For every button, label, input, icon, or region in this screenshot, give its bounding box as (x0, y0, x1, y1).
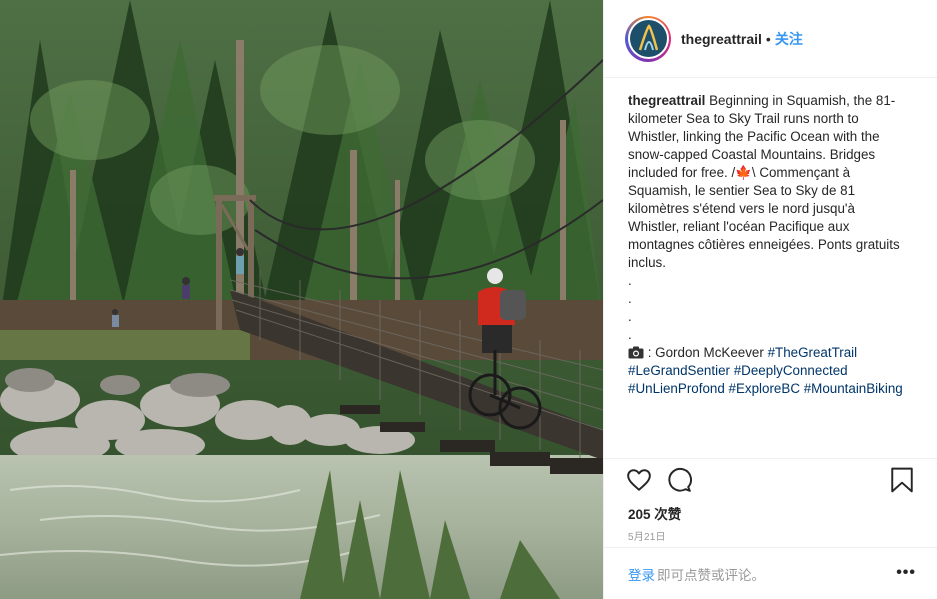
photo-illustration (0, 0, 603, 599)
post-photo[interactable] (0, 0, 603, 599)
hashtag-link[interactable]: #MountainBiking (804, 381, 903, 396)
caption-line: snow-capped Coastal Mountains. Bridges (628, 147, 876, 162)
caption-line: montagnes côtières enneigées. Ponts grat… (628, 237, 900, 252)
post-header: thegreattrail • 关注 (604, 0, 937, 78)
hashtag-link[interactable]: #LeGrandSentier (628, 363, 730, 378)
comment-bar: 登录 即可点赞或评论。 ••• (604, 547, 937, 599)
caption-dot: . (628, 273, 632, 288)
hashtag-link[interactable]: #TheGreatTrail (768, 345, 858, 360)
caption-line: \ Commençant à (751, 165, 851, 180)
header-username[interactable]: thegreattrail (681, 31, 762, 47)
great-trail-logo-icon (629, 20, 667, 57)
header-separator: • (765, 30, 771, 47)
photo-credit: : Gordon McKeever (647, 345, 764, 360)
caption-username[interactable]: thegreattrail (628, 93, 705, 108)
caption-line: kilomètres s'étend vers le nord jusqu'à (628, 201, 855, 216)
hashtag-link[interactable]: #ExploreBC (729, 381, 800, 396)
caption-line: Squamish, le sentier Sea to Sky de 81 (628, 183, 856, 198)
caption-line: Whistler, reliant l'océan Pacifique aux (628, 219, 850, 234)
caption-line: included for free. / (628, 165, 736, 180)
post-date: 5月21日 (628, 532, 666, 543)
post-caption: thegreattrail Beginning in Squamish, the… (628, 92, 918, 398)
caption-dot: . (628, 309, 632, 324)
post-sidebar: thegreattrail • 关注 thegreattrail Beginni… (603, 0, 937, 599)
avatar[interactable] (625, 15, 671, 62)
caption-dot: . (628, 291, 632, 306)
more-options-icon[interactable]: ••• (896, 564, 916, 582)
heart-icon[interactable] (626, 467, 654, 495)
hashtag-link[interactable]: #UnLienProfond (628, 381, 725, 396)
login-link[interactable]: 登录 (628, 564, 655, 584)
caption-dot: . (628, 327, 632, 342)
caption-line: Whistler, linking the Pacific Ocean with… (628, 129, 880, 144)
follow-button[interactable]: 关注 (775, 29, 803, 49)
caption-line: Beginning in Squamish, the 81- (709, 93, 896, 108)
post-actions: 205 次赞 5月21日 登录 即可点赞或评论。 ••• (604, 458, 937, 599)
bookmark-icon[interactable] (890, 467, 918, 495)
comment-icon[interactable] (666, 467, 694, 495)
caption-line: kilometer Sea to Sky Trail runs north to (628, 111, 859, 126)
maple-leaf-icon: 🍁 (735, 165, 752, 180)
camera-icon (628, 346, 644, 359)
hashtag-link[interactable]: #DeeplyConnected (734, 363, 848, 378)
caption-line: inclus. (628, 255, 666, 270)
likes-count[interactable]: 205 次赞 (628, 503, 681, 523)
comment-hint: 即可点赞或评论。 (657, 568, 765, 583)
action-icons (626, 467, 918, 497)
